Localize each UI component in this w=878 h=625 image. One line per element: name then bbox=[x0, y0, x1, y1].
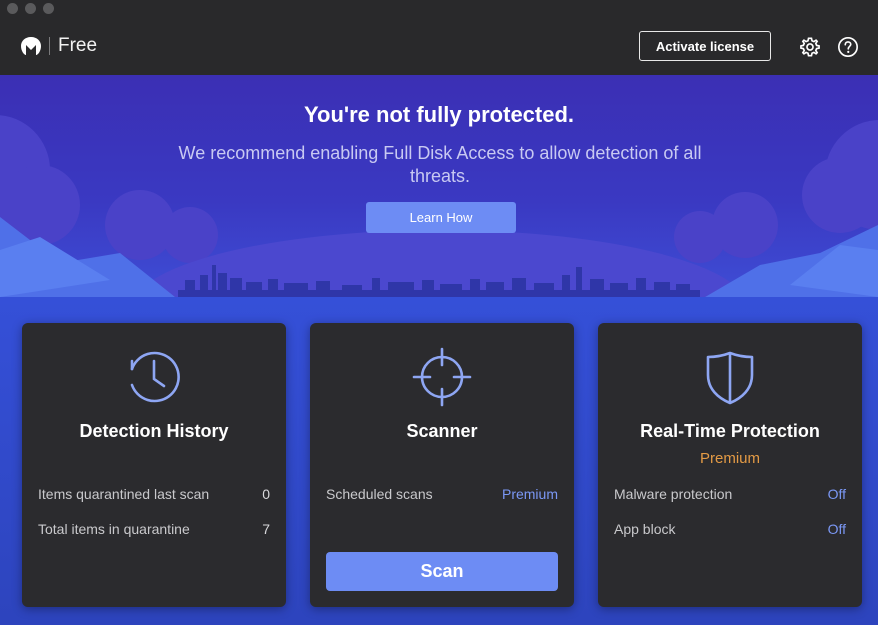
detection-history-card[interactable]: Detection History Items quarantined last… bbox=[22, 323, 286, 607]
minimize-window-button[interactable] bbox=[25, 3, 36, 14]
title-bar: Free Activate license bbox=[0, 0, 878, 75]
stat-row-total-quarantine: Total items in quarantine 7 bbox=[38, 521, 270, 537]
stat-row-malware-protection: Malware protection Off bbox=[614, 486, 846, 502]
shield-icon bbox=[706, 351, 754, 405]
stat-row-quarantined-last-scan: Items quarantined last scan 0 bbox=[38, 486, 270, 502]
rtp-premium-badge[interactable]: Premium bbox=[598, 450, 862, 467]
gear-icon[interactable] bbox=[799, 36, 821, 58]
stat-label: Total items in quarantine bbox=[38, 521, 190, 537]
window-controls bbox=[7, 3, 54, 14]
brand-divider bbox=[49, 37, 50, 55]
app-block-toggle[interactable]: Off bbox=[828, 521, 846, 537]
banner-message: We recommend enabling Full Disk Access t… bbox=[178, 143, 702, 186]
activate-license-button[interactable]: Activate license bbox=[639, 31, 771, 61]
brand-name: Free bbox=[58, 35, 98, 56]
stat-value: 0 bbox=[262, 486, 270, 502]
banner-title: You're not fully protected. bbox=[303, 102, 575, 127]
scan-button[interactable]: Scan bbox=[326, 552, 558, 591]
crosshair-icon bbox=[412, 347, 472, 407]
stat-row-scheduled-scans: Scheduled scans Premium bbox=[326, 486, 558, 502]
close-window-button[interactable] bbox=[7, 3, 18, 14]
help-icon[interactable] bbox=[837, 36, 859, 58]
rtp-title: Real-Time Protection bbox=[640, 421, 820, 441]
clock-history-icon bbox=[130, 351, 180, 403]
stat-row-app-block: App block Off bbox=[614, 521, 846, 537]
scanner-card[interactable]: Scanner Scheduled scans Premium Scan bbox=[310, 323, 574, 607]
malware-protection-toggle[interactable]: Off bbox=[828, 486, 846, 502]
real-time-protection-card[interactable]: Real-Time Protection Premium Malware pro… bbox=[598, 323, 862, 607]
detection-history-title: Detection History bbox=[79, 421, 229, 441]
malwarebytes-logo-icon bbox=[21, 37, 41, 55]
stat-label: Scheduled scans bbox=[326, 486, 433, 502]
protection-banner: You're not fully protected. We recommend… bbox=[0, 75, 878, 305]
scanner-title: Scanner bbox=[406, 421, 478, 441]
learn-how-button[interactable]: Learn How bbox=[366, 202, 516, 233]
stat-label: App block bbox=[614, 521, 676, 537]
zoom-window-button[interactable] bbox=[43, 3, 54, 14]
stat-value: 7 bbox=[262, 521, 270, 537]
premium-link[interactable]: Premium bbox=[502, 486, 558, 502]
stat-label: Malware protection bbox=[614, 486, 733, 502]
stat-label: Items quarantined last scan bbox=[38, 486, 210, 502]
